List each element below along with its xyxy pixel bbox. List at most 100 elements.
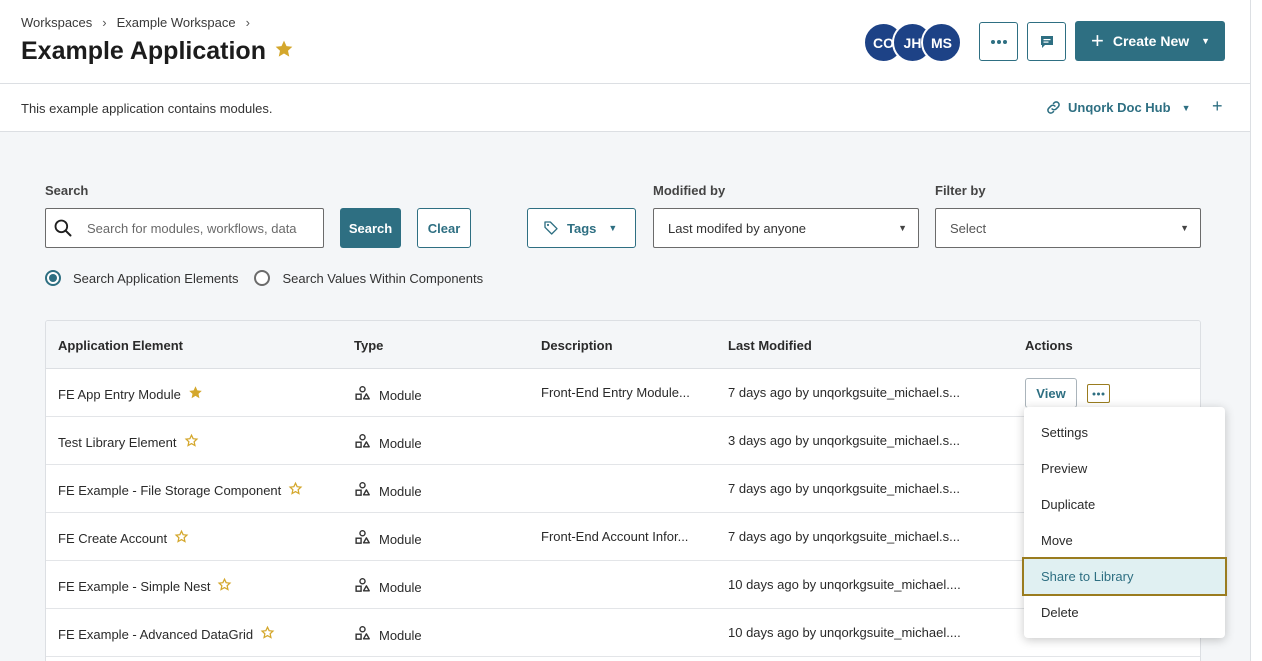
menu-item-delete[interactable]: Delete — [1024, 594, 1225, 630]
element-type: Module — [379, 531, 422, 547]
menu-item-move[interactable]: Move — [1024, 522, 1225, 558]
description-bar: This example application contains module… — [0, 84, 1250, 132]
module-icon — [354, 577, 371, 597]
element-name-cell[interactable]: FE Example - Advanced DataGrid — [58, 625, 275, 643]
star-filled-icon[interactable] — [274, 37, 294, 66]
search-input[interactable] — [87, 220, 307, 236]
last-modified-cell: 10 days ago by unqorkgsuite_michael.... — [728, 625, 961, 640]
element-name-cell[interactable]: FE App Entry Module — [58, 385, 203, 403]
create-new-button[interactable]: + Create New ▼ — [1075, 21, 1225, 61]
modified-by-select[interactable]: Last modifed by anyone ▼ — [653, 208, 919, 248]
more-options-button[interactable] — [979, 22, 1018, 61]
module-icon — [354, 481, 371, 501]
search-button[interactable]: Search — [340, 208, 401, 248]
plus-icon: + — [1091, 28, 1104, 53]
last-modified-cell: 3 days ago by unqorkgsuite_michael.s... — [728, 433, 960, 448]
link-icon — [1047, 101, 1060, 114]
ellipsis-icon — [1092, 392, 1105, 395]
scrollbar-track[interactable] — [1250, 0, 1262, 661]
column-header-application-element[interactable]: Application Element — [58, 338, 183, 353]
radio-search-application-elements[interactable] — [45, 270, 61, 286]
caret-down-icon: ▼ — [1181, 102, 1191, 113]
element-name-cell[interactable]: FE Create Account — [58, 529, 189, 547]
element-name-cell[interactable]: FE Example - Simple Nest — [58, 577, 232, 595]
caret-down-icon: ▼ — [608, 223, 618, 233]
element-name[interactable]: FE App Entry Module — [58, 387, 181, 402]
filter-by-select[interactable]: Select ▼ — [935, 208, 1201, 248]
menu-item-duplicate[interactable]: Duplicate — [1024, 486, 1225, 522]
doc-hub-link[interactable]: Unqork Doc Hub ▼ — [1045, 99, 1190, 116]
actions-menu: Settings Preview Duplicate Move Share to… — [1022, 407, 1227, 638]
breadcrumb-workspaces[interactable]: Workspaces — [21, 15, 92, 30]
description-cell: Front-End Account Infor... — [541, 529, 689, 544]
table-header: Application Element Type Description Las… — [46, 321, 1200, 369]
avatar[interactable]: MS — [921, 22, 962, 63]
caret-down-icon: ▼ — [1180, 223, 1189, 233]
radio-label[interactable]: Search Application Elements — [73, 271, 238, 286]
column-header-actions: Actions — [1025, 338, 1073, 353]
breadcrumb-example-workspace[interactable]: Example Workspace — [117, 15, 236, 30]
view-button[interactable]: View — [1025, 378, 1077, 408]
chevron-right-icon: › — [102, 15, 107, 30]
element-type: Module — [379, 387, 422, 403]
element-name[interactable]: FE Example - Simple Nest — [58, 579, 210, 594]
module-icon — [354, 625, 371, 645]
element-name[interactable]: FE Example - Advanced DataGrid — [58, 627, 253, 642]
application-description: This example application contains module… — [21, 101, 273, 116]
type-cell: Module — [354, 625, 422, 645]
search-field[interactable] — [45, 208, 324, 248]
element-type: Module — [379, 483, 422, 499]
comment-icon — [1040, 35, 1053, 48]
page-title: Example Application — [21, 37, 294, 66]
column-header-type[interactable]: Type — [354, 338, 383, 353]
modified-by-label: Modified by — [653, 183, 726, 198]
star-outline-icon[interactable] — [174, 529, 189, 547]
type-cell: Module — [354, 433, 422, 453]
menu-item-preview[interactable]: Preview — [1024, 450, 1225, 486]
clear-button[interactable]: Clear — [417, 208, 471, 248]
last-modified-cell: 7 days ago by unqorkgsuite_michael.s... — [728, 529, 960, 544]
type-cell: Module — [354, 529, 422, 549]
element-name[interactable]: Test Library Element — [58, 435, 177, 450]
module-icon — [354, 433, 371, 453]
filter-by-value: Select — [950, 220, 987, 236]
module-icon — [354, 385, 371, 405]
star-outline-icon[interactable] — [184, 433, 199, 451]
star-outline-icon[interactable] — [288, 481, 303, 499]
element-name-cell[interactable]: Test Library Element — [58, 433, 199, 451]
page-title-text: Example Application — [21, 37, 266, 65]
radio-search-values-within-components[interactable] — [254, 270, 271, 286]
tag-icon — [544, 221, 558, 235]
row-actions-button[interactable] — [1087, 384, 1110, 403]
ellipsis-icon — [990, 39, 1007, 44]
element-name[interactable]: FE Create Account — [58, 531, 167, 546]
description-cell: Front-End Entry Module... — [541, 385, 690, 400]
chevron-right-icon: › — [245, 15, 250, 30]
doc-hub-label: Unqork Doc Hub — [1068, 100, 1171, 115]
column-header-description[interactable]: Description — [541, 338, 613, 353]
tags-button[interactable]: Tags ▼ — [527, 208, 636, 248]
element-name[interactable]: FE Example - File Storage Component — [58, 483, 281, 498]
add-link-button[interactable]: + — [1212, 96, 1223, 117]
type-cell: Module — [354, 481, 422, 501]
type-cell: Module — [354, 577, 422, 597]
radio-label[interactable]: Search Values Within Components — [282, 271, 483, 286]
element-type: Module — [379, 435, 422, 451]
create-new-label: Create New — [1112, 33, 1190, 49]
column-header-last-modified[interactable]: Last Modified — [728, 338, 812, 353]
breadcrumb: Workspaces › Example Workspace › — [21, 15, 260, 30]
star-filled-icon[interactable] — [188, 385, 203, 403]
menu-item-settings[interactable]: Settings — [1024, 414, 1225, 450]
filter-by-label: Filter by — [935, 183, 986, 198]
page-header: Workspaces › Example Workspace › Example… — [0, 0, 1250, 84]
star-outline-icon[interactable] — [217, 577, 232, 595]
module-icon — [354, 529, 371, 549]
element-type: Module — [379, 627, 422, 643]
comments-button[interactable] — [1027, 22, 1066, 61]
last-modified-cell: 7 days ago by unqorkgsuite_michael.s... — [728, 481, 960, 496]
star-outline-icon[interactable] — [260, 625, 275, 643]
menu-item-share-to-library[interactable]: Share to Library — [1022, 557, 1227, 596]
last-modified-cell: 7 days ago by unqorkgsuite_michael.s... — [728, 385, 960, 400]
element-name-cell[interactable]: FE Example - File Storage Component — [58, 481, 303, 499]
modified-by-value: Last modifed by anyone — [668, 220, 807, 236]
